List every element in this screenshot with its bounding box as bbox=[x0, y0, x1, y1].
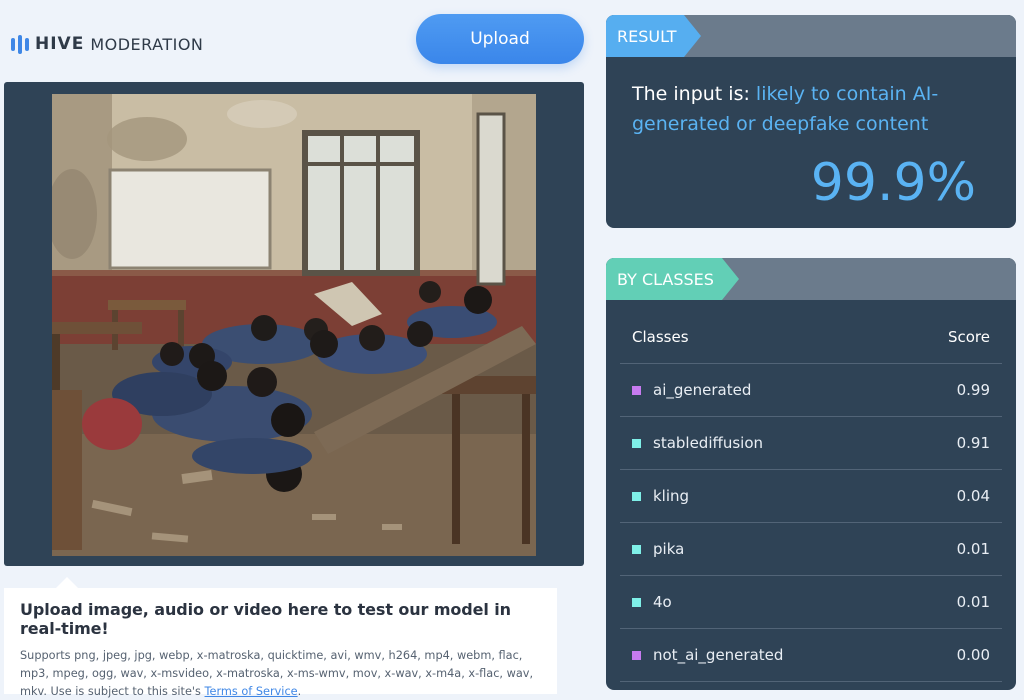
upload-button[interactable]: Upload bbox=[416, 14, 584, 64]
class-score: 0.99 bbox=[956, 381, 990, 399]
logo-text-bold: HIVE bbox=[35, 34, 85, 54]
class-name: 4o bbox=[653, 593, 672, 611]
class-score: 0.00 bbox=[956, 646, 990, 664]
uploaded-image bbox=[52, 94, 536, 556]
class-color-swatch bbox=[632, 597, 641, 607]
class-name: stablediffusion bbox=[653, 434, 764, 452]
result-score: 99.9% bbox=[810, 153, 976, 213]
hive-logo-icon bbox=[11, 34, 29, 54]
class-color-swatch bbox=[632, 385, 641, 395]
classes-table: Classes Score ai_generated 0.99 stabledi… bbox=[620, 318, 1002, 682]
class-color-swatch bbox=[632, 438, 641, 448]
result-prefix: The input is: bbox=[632, 83, 750, 105]
table-row: 4o 0.01 bbox=[620, 576, 1002, 629]
classes-header: BY CLASSES bbox=[606, 258, 1016, 300]
class-score: 0.01 bbox=[956, 540, 990, 558]
result-card: RESULT The input is: likely to contain A… bbox=[606, 15, 1016, 228]
class-score: 0.04 bbox=[956, 487, 990, 505]
table-row: ai_generated 0.99 bbox=[620, 364, 1002, 417]
class-name: ai_generated bbox=[653, 381, 752, 399]
column-score: Score bbox=[947, 327, 990, 346]
class-name: not_ai_generated bbox=[653, 646, 784, 664]
supported-formats-text: Supports png, jpeg, jpg, webp, x-matrosk… bbox=[20, 647, 541, 700]
class-color-swatch bbox=[632, 544, 641, 554]
class-color-swatch bbox=[632, 650, 641, 660]
hive-logo[interactable]: HIVE MODERATION bbox=[11, 34, 203, 54]
table-row: not_ai_generated 0.00 bbox=[620, 629, 1002, 682]
table-row: stablediffusion 0.91 bbox=[620, 417, 1002, 470]
upload-info-card: Upload image, audio or video here to tes… bbox=[4, 577, 557, 698]
result-header: RESULT bbox=[606, 15, 1016, 57]
class-score: 0.01 bbox=[956, 593, 990, 611]
column-classes: Classes bbox=[632, 327, 689, 346]
table-row: kling 0.04 bbox=[620, 470, 1002, 523]
image-preview-panel bbox=[4, 82, 584, 566]
class-color-swatch bbox=[632, 491, 641, 501]
class-name: pika bbox=[653, 540, 685, 558]
classes-card: BY CLASSES Classes Score ai_generated 0.… bbox=[606, 258, 1016, 690]
terms-of-service-link[interactable]: Terms of Service bbox=[205, 685, 298, 698]
result-statement: The input is: likely to contain AI-gener… bbox=[632, 79, 962, 139]
result-tag: RESULT bbox=[606, 15, 701, 57]
class-score: 0.91 bbox=[956, 434, 990, 452]
logo-text-regular: MODERATION bbox=[90, 34, 204, 54]
tos-suffix: . bbox=[297, 685, 302, 698]
table-row: pika 0.01 bbox=[620, 523, 1002, 576]
upload-info-title: Upload image, audio or video here to tes… bbox=[20, 600, 511, 638]
classes-tag: BY CLASSES bbox=[606, 258, 739, 300]
classes-table-header: Classes Score bbox=[620, 318, 1002, 364]
class-name: kling bbox=[653, 487, 690, 505]
